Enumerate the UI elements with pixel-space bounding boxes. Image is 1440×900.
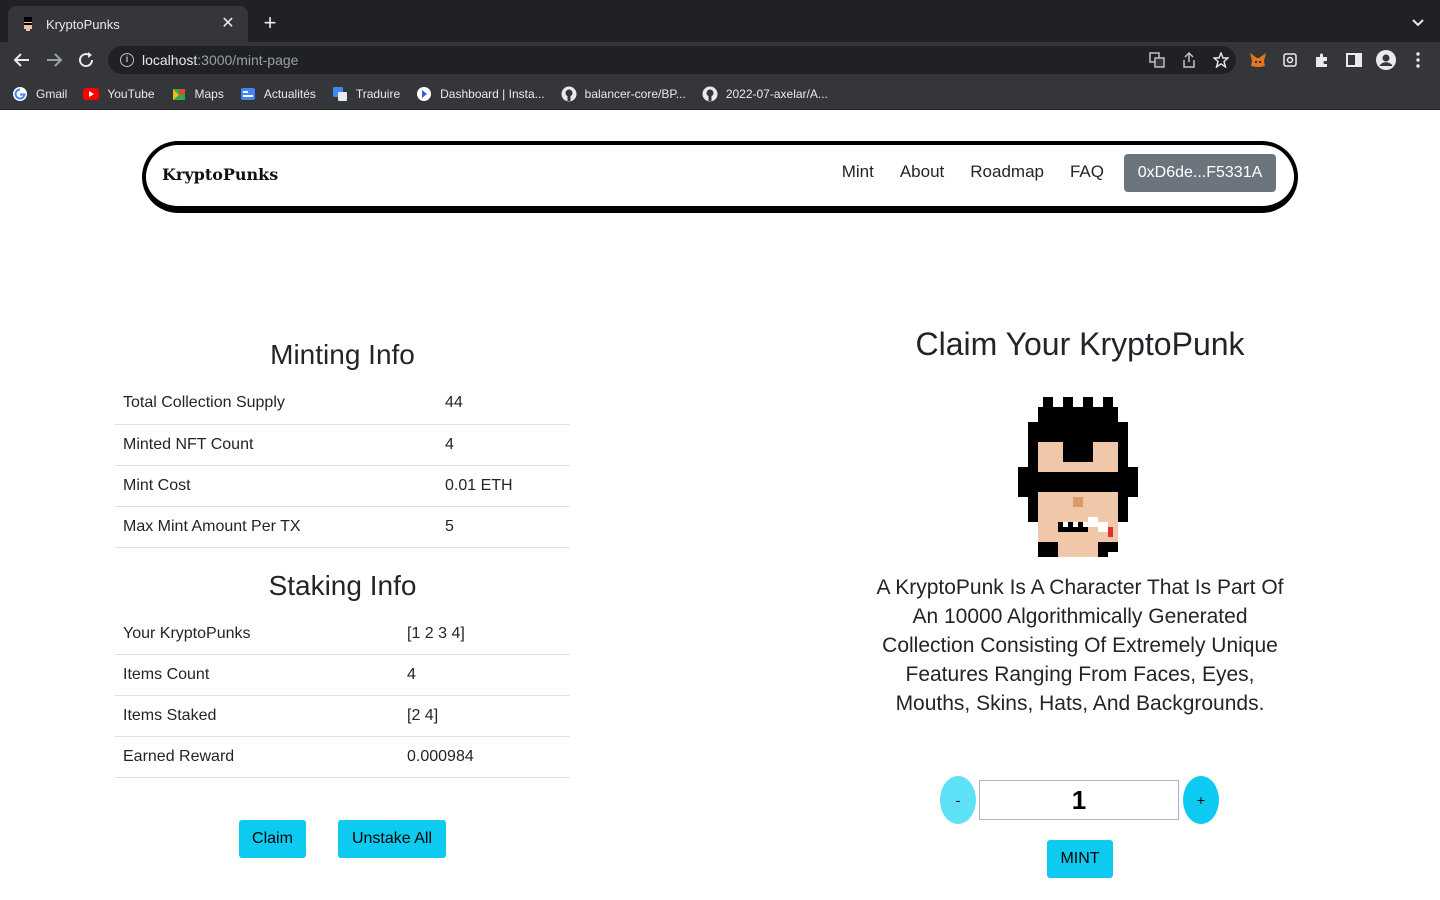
- quantity-stepper: - +: [940, 776, 1220, 826]
- tab-title: KryptoPunks: [46, 16, 120, 32]
- close-tab-icon[interactable]: ✕: [220, 16, 236, 32]
- browser-tab-strip: KryptoPunks ✕ +: [0, 0, 1440, 42]
- minting-info-title: Minting Info: [270, 339, 415, 370]
- row-label: Total Collection Supply: [115, 383, 437, 425]
- gmail-icon: [12, 86, 28, 102]
- nav-link-about[interactable]: About: [900, 162, 944, 182]
- bookmark-dashboard[interactable]: Dashboard | Insta...: [416, 86, 545, 102]
- bookmark-maps[interactable]: Maps: [171, 86, 224, 102]
- bookmark-youtube[interactable]: YouTube: [83, 86, 155, 102]
- nav-link-mint[interactable]: Mint: [842, 162, 874, 182]
- row-value: 44: [437, 383, 570, 425]
- translate-page-icon[interactable]: [1148, 51, 1166, 69]
- table-row: Your KryptoPunks [1 2 3 4]: [115, 613, 570, 655]
- row-value: [2 4]: [399, 695, 570, 737]
- back-arrow-icon[interactable]: [10, 48, 34, 72]
- row-label: Items Count: [115, 654, 399, 696]
- new-tab-icon[interactable]: +: [258, 12, 282, 36]
- page-content: KryptoPunks Mint About Roadmap FAQ 0xD6d…: [0, 111, 1440, 900]
- reload-icon[interactable]: [74, 48, 98, 72]
- nav-link-roadmap[interactable]: Roadmap: [970, 162, 1044, 182]
- table-row: Max Mint Amount Per TX 5: [115, 506, 570, 548]
- site-navbar: KryptoPunks Mint About Roadmap FAQ 0xD6d…: [142, 141, 1298, 213]
- table-row: Earned Reward 0.000984: [115, 736, 570, 778]
- extensions-puzzle-icon[interactable]: [1312, 50, 1332, 70]
- claim-title: Claim Your KryptoPunk: [915, 326, 1245, 362]
- bookmark-translate[interactable]: Traduire: [332, 86, 400, 102]
- kryptopunk-image: [1018, 397, 1138, 557]
- table-row: Mint Cost 0.01 ETH: [115, 465, 570, 507]
- wallet-address-button[interactable]: 0xD6de...F5331A: [1124, 154, 1276, 192]
- nav-link-faq[interactable]: FAQ: [1070, 162, 1104, 182]
- url-host: localhost: [142, 52, 198, 68]
- share-icon[interactable]: [1180, 51, 1198, 69]
- punk-favicon-icon: [20, 16, 36, 32]
- increase-quantity-button[interactable]: +: [1183, 776, 1219, 824]
- row-label: Minted NFT Count: [115, 424, 437, 466]
- side-panel-icon[interactable]: [1344, 50, 1364, 70]
- browser-menu-icon[interactable]: [1408, 50, 1428, 70]
- claim-column: Claim Your KryptoPunk A KryptoPunk Is A …: [868, 326, 1292, 824]
- row-value: 0.000984: [399, 736, 570, 778]
- mint-button[interactable]: MINT: [1047, 840, 1113, 878]
- table-row: Minted NFT Count 4: [115, 424, 570, 466]
- bookmark-label: Maps: [194, 86, 224, 101]
- browser-toolbar: i localhost:3000/mint-page: [0, 42, 1440, 78]
- news-icon: [240, 86, 256, 102]
- claim-description: A KryptoPunk Is A Character That Is Part…: [876, 576, 1284, 715]
- site-brand[interactable]: KryptoPunks: [162, 165, 278, 184]
- bookmark-label: Traduire: [355, 86, 401, 101]
- bookmark-news[interactable]: Actualités: [240, 86, 316, 102]
- row-value: 5: [437, 506, 570, 548]
- forward-arrow-icon[interactable]: [42, 48, 66, 72]
- profile-avatar-icon[interactable]: [1376, 50, 1396, 70]
- browser-tab[interactable]: KryptoPunks ✕: [8, 6, 248, 42]
- site-info-icon[interactable]: i: [120, 53, 134, 67]
- row-label: Earned Reward: [115, 736, 399, 778]
- decrease-quantity-button[interactable]: -: [940, 776, 976, 824]
- row-label: Max Mint Amount Per TX: [115, 506, 437, 548]
- row-value: 4: [437, 424, 570, 466]
- url-path: :3000/mint-page: [197, 52, 299, 68]
- github-icon: [702, 86, 718, 102]
- bookmark-label: 2022-07-axelar/A...: [725, 86, 828, 101]
- bookmark-gmail[interactable]: Gmail: [12, 86, 67, 102]
- bookmark-star-icon[interactable]: [1212, 51, 1230, 69]
- row-label: Mint Cost: [115, 465, 437, 507]
- table-row: Total Collection Supply 44: [115, 383, 570, 425]
- bookmark-label: Actualités: [263, 86, 316, 101]
- row-value: [1 2 3 4]: [399, 613, 570, 655]
- claim-button[interactable]: Claim: [239, 820, 306, 858]
- tab-search-chevron-icon[interactable]: [1410, 14, 1426, 30]
- github-icon: [561, 86, 577, 102]
- youtube-icon: [83, 86, 100, 102]
- translate-icon: [332, 86, 348, 102]
- maps-icon: [171, 86, 187, 102]
- row-label: Your KryptoPunks: [115, 613, 399, 655]
- table-row: Items Count 4: [115, 654, 570, 696]
- bookmark-github-axelar[interactable]: 2022-07-axelar/A...: [702, 86, 828, 102]
- bookmark-label: YouTube: [107, 86, 155, 101]
- dashboard-icon: [416, 86, 432, 102]
- bookmark-label: balancer-core/BP...: [584, 86, 686, 101]
- bookmark-label: Gmail: [36, 86, 68, 101]
- table-row: Items Staked [2 4]: [115, 695, 570, 737]
- minting-info-table: Total Collection Supply 44 Minted NFT Co…: [115, 383, 570, 548]
- bookmarks-bar: Gmail YouTube Maps Actualités Traduire D…: [0, 78, 1440, 110]
- row-value: 0.01 ETH: [437, 465, 570, 507]
- metamask-fox-icon[interactable]: [1248, 50, 1268, 70]
- info-column: Minting Info Total Collection Supply 44 …: [115, 331, 570, 778]
- quantity-input[interactable]: [979, 780, 1179, 820]
- bookmark-label: Dashboard | Insta...: [440, 86, 545, 101]
- row-value: 4: [399, 654, 570, 696]
- address-bar[interactable]: i localhost:3000/mint-page: [108, 46, 1236, 74]
- unstake-all-button[interactable]: Unstake All: [338, 820, 446, 858]
- row-label: Items Staked: [115, 695, 399, 737]
- extension-icon[interactable]: [1280, 50, 1300, 70]
- staking-info-table: Your KryptoPunks [1 2 3 4] Items Count 4…: [115, 613, 570, 778]
- bookmark-github-balancer[interactable]: balancer-core/BP...: [561, 86, 686, 102]
- staking-info-title: Staking Info: [268, 569, 417, 601]
